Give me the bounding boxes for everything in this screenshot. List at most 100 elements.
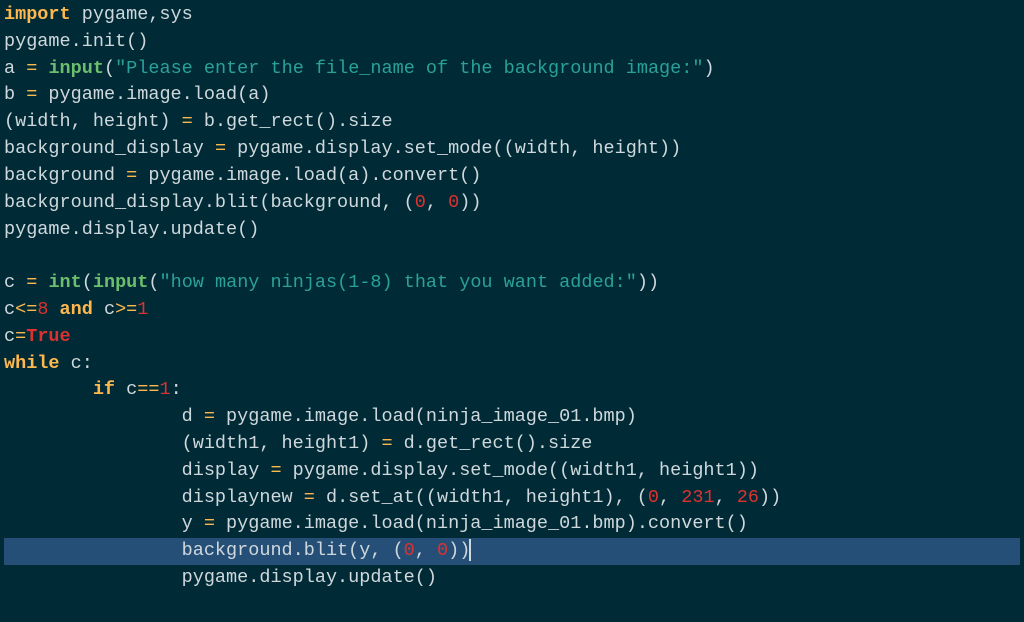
code-token: background_display <box>4 138 215 159</box>
code-token: pygame.init() <box>4 31 148 52</box>
code-token: 231 <box>681 487 714 508</box>
code-line[interactable]: background_display = pygame.display.set_… <box>4 136 1020 163</box>
code-token <box>37 272 48 293</box>
code-token: 0 <box>404 540 415 561</box>
code-token: = <box>15 326 26 347</box>
code-token: 1 <box>159 379 170 400</box>
code-token: input <box>93 272 149 293</box>
code-token: background_display.blit(background, ( <box>4 192 415 213</box>
code-editor[interactable]: import pygame,syspygame.init()a = input(… <box>0 0 1024 594</box>
code-line[interactable]: c<=8 and c>=1 <box>4 297 1020 324</box>
code-token: pygame.display.set_mode((width, height)) <box>226 138 681 159</box>
code-token: pygame.display.update() <box>4 219 259 240</box>
code-token: c <box>115 379 137 400</box>
code-token: background.blit(y, ( <box>4 540 404 561</box>
code-token: )) <box>459 192 481 213</box>
code-token: if <box>93 379 115 400</box>
code-token <box>4 379 93 400</box>
code-line[interactable]: background = pygame.image.load(a).conver… <box>4 163 1020 190</box>
code-token: , <box>426 192 448 213</box>
code-token: d <box>4 406 204 427</box>
code-token: 0 <box>648 487 659 508</box>
code-line[interactable]: (width1, height1) = d.get_rect().size <box>4 431 1020 458</box>
text-cursor <box>469 539 471 561</box>
code-line[interactable]: pygame.display.update() <box>4 217 1020 244</box>
code-token: d.set_at((width1, height1), ( <box>315 487 648 508</box>
code-token: pygame.image.load(a) <box>37 84 270 105</box>
code-token: = <box>26 84 37 105</box>
code-token: pygame.image.load(ninja_image_01.bmp).co… <box>215 513 748 534</box>
code-token: ( <box>148 272 159 293</box>
code-token: (width, height) <box>4 111 182 132</box>
code-token: == <box>137 379 159 400</box>
code-line[interactable]: pygame.display.update() <box>4 565 1020 592</box>
code-token: c <box>4 326 15 347</box>
code-token: c: <box>60 353 93 374</box>
code-line[interactable]: background_display.blit(background, (0, … <box>4 190 1020 217</box>
code-token: ( <box>82 272 93 293</box>
code-line[interactable]: (width, height) = b.get_rect().size <box>4 109 1020 136</box>
code-token: , <box>715 487 737 508</box>
code-token: = <box>26 272 37 293</box>
code-token: 26 <box>737 487 759 508</box>
code-token: a <box>4 58 26 79</box>
code-line[interactable]: c=True <box>4 324 1020 351</box>
code-token: = <box>204 513 215 534</box>
code-token: b.get_rect().size <box>193 111 393 132</box>
code-token: pygame.display.update() <box>4 567 437 588</box>
code-token: <= <box>15 299 37 320</box>
code-token: = <box>270 460 281 481</box>
code-token: pygame.image.load(ninja_image_01.bmp) <box>215 406 637 427</box>
code-token: display <box>4 460 270 481</box>
code-token: >= <box>115 299 137 320</box>
code-line[interactable]: c = int(input("how many ninjas(1-8) that… <box>4 270 1020 297</box>
code-token: 8 <box>37 299 48 320</box>
code-token: c <box>93 299 115 320</box>
code-line[interactable]: y = pygame.image.load(ninja_image_01.bmp… <box>4 511 1020 538</box>
code-line[interactable]: b = pygame.image.load(a) <box>4 82 1020 109</box>
code-token: = <box>215 138 226 159</box>
code-token: c <box>4 299 15 320</box>
code-line[interactable]: display = pygame.display.set_mode((width… <box>4 458 1020 485</box>
code-token: = <box>182 111 193 132</box>
code-token <box>37 58 48 79</box>
code-token: displaynew <box>4 487 304 508</box>
code-token: = <box>381 433 392 454</box>
code-token: 0 <box>448 192 459 213</box>
code-line[interactable]: import pygame,sys <box>4 2 1020 29</box>
code-line[interactable]: a = input("Please enter the file_name of… <box>4 56 1020 83</box>
code-token: = <box>26 58 37 79</box>
code-token: pygame.image.load(a).convert() <box>137 165 481 186</box>
code-token: pygame.display.set_mode((width1, height1… <box>282 460 759 481</box>
code-line[interactable] <box>4 243 1020 270</box>
code-token: (width1, height1) <box>4 433 381 454</box>
code-token: d.get_rect().size <box>393 433 593 454</box>
code-token: c <box>4 272 26 293</box>
code-token: background <box>4 165 126 186</box>
code-token: "how many ninjas(1-8) that you want adde… <box>159 272 636 293</box>
code-token: = <box>304 487 315 508</box>
code-token: , <box>659 487 681 508</box>
code-line[interactable]: if c==1: <box>4 377 1020 404</box>
code-token: input <box>48 58 104 79</box>
code-line[interactable]: while c: <box>4 351 1020 378</box>
code-token: int <box>48 272 81 293</box>
code-line[interactable]: background.blit(y, (0, 0)) <box>4 538 1020 565</box>
code-token: y <box>4 513 204 534</box>
code-token <box>48 299 59 320</box>
code-token: b <box>4 84 26 105</box>
code-line[interactable]: displaynew = d.set_at((width1, height1),… <box>4 485 1020 512</box>
code-token: 0 <box>437 540 448 561</box>
code-token: )) <box>448 540 470 561</box>
code-token: 1 <box>137 299 148 320</box>
code-token: = <box>204 406 215 427</box>
code-token: import <box>4 4 82 25</box>
code-token: and <box>60 299 93 320</box>
code-line[interactable]: pygame.init() <box>4 29 1020 56</box>
code-token: ( <box>104 58 115 79</box>
code-token: )) <box>637 272 659 293</box>
code-token: : <box>171 379 182 400</box>
code-token: , <box>415 540 437 561</box>
code-token: pygame,sys <box>82 4 193 25</box>
code-line[interactable]: d = pygame.image.load(ninja_image_01.bmp… <box>4 404 1020 431</box>
